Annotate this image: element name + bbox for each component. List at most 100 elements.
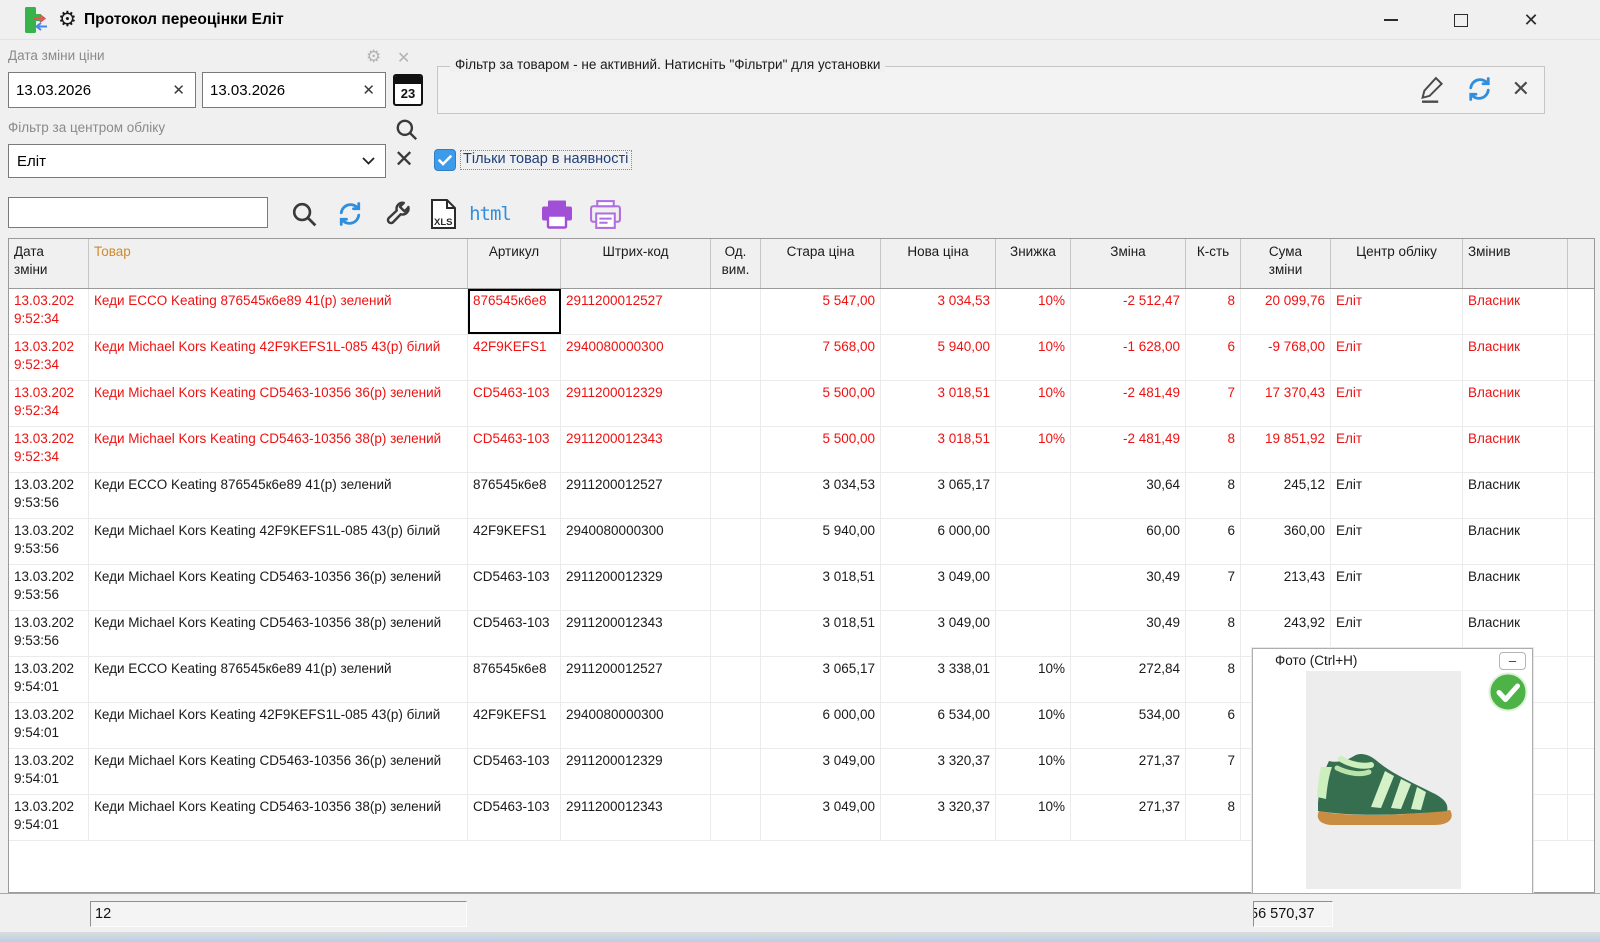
cell-old_price[interactable]: 3 034,53 (761, 473, 881, 518)
cell-new_price[interactable]: 6 000,00 (881, 519, 996, 564)
in-stock-checkbox-label[interactable]: Тільки товар в наявності (460, 150, 632, 170)
cell-qty[interactable]: 7 (1186, 381, 1241, 426)
column-header-change[interactable]: Зміна (1071, 239, 1186, 288)
maximize-button[interactable] (1438, 0, 1484, 40)
calendar-picker-button[interactable]: 23 (393, 74, 423, 106)
quick-search-input[interactable] (8, 197, 268, 228)
cell-new_price[interactable]: 3 018,51 (881, 427, 996, 472)
cell-sum[interactable]: -9 768,00 (1241, 335, 1331, 380)
cell-qty[interactable]: 7 (1186, 749, 1241, 794)
cell-new_price[interactable]: 6 534,00 (881, 703, 996, 748)
cell-new_price[interactable]: 3 338,01 (881, 657, 996, 702)
cell-article[interactable]: 42F9KEFS1 (468, 335, 561, 380)
cell-article[interactable]: CD5463-103 (468, 565, 561, 610)
cell-product[interactable]: Кеди Michael Kors Keating CD5463-10356 3… (89, 381, 468, 426)
cell-date[interactable]: 13.03.2029:52:34 (9, 335, 89, 380)
cell-barcode[interactable]: 2911200012329 (561, 381, 711, 426)
export-html-icon[interactable]: html (468, 198, 512, 230)
date-from-input[interactable]: 13.03.2026 ✕ (8, 72, 196, 108)
table-row[interactable]: 13.03.2029:53:56Кеди Michael Kors Keatin… (9, 565, 1594, 611)
cell-changed_by[interactable]: Власник (1463, 381, 1568, 426)
cell-old_price[interactable]: 5 500,00 (761, 381, 881, 426)
column-header-discount[interactable]: Знижка (996, 239, 1071, 288)
column-header-unit[interactable]: Од. вим. (711, 239, 761, 288)
cell-date[interactable]: 13.03.2029:53:56 (9, 519, 89, 564)
cell-unit[interactable] (711, 335, 761, 380)
cell-date[interactable]: 13.03.2029:53:56 (9, 565, 89, 610)
cell-product[interactable]: Кеди ECCO Keating 876545к6е89 41(р) зеле… (89, 289, 468, 334)
date-to-clear-icon[interactable]: ✕ (352, 81, 385, 99)
cell-date[interactable]: 13.03.2029:52:34 (9, 289, 89, 334)
cell-unit[interactable] (711, 519, 761, 564)
cell-unit[interactable] (711, 749, 761, 794)
cell-discount[interactable] (996, 565, 1071, 610)
cell-change[interactable]: 271,37 (1071, 749, 1186, 794)
cell-changed_by[interactable]: Власник (1463, 473, 1568, 518)
edit-filter-pencil-icon[interactable] (1419, 74, 1447, 104)
cell-date[interactable]: 13.03.2029:54:01 (9, 749, 89, 794)
cell-unit[interactable] (711, 565, 761, 610)
cell-unit[interactable] (711, 473, 761, 518)
cell-unit[interactable] (711, 795, 761, 840)
cell-article[interactable]: 876545к6е8 (468, 473, 561, 518)
cell-date[interactable]: 13.03.2029:54:01 (9, 657, 89, 702)
cell-discount[interactable]: 10% (996, 749, 1071, 794)
cell-discount[interactable]: 10% (996, 335, 1071, 380)
cell-date[interactable]: 13.03.2029:54:01 (9, 703, 89, 748)
cell-change[interactable]: 272,84 (1071, 657, 1186, 702)
cell-unit[interactable] (711, 427, 761, 472)
cell-article[interactable]: 876545к6е8 (468, 289, 561, 334)
cell-product[interactable]: Кеди Michael Kors Keating CD5463-10356 3… (89, 749, 468, 794)
cell-old_price[interactable]: 5 547,00 (761, 289, 881, 334)
cell-unit[interactable] (711, 703, 761, 748)
cell-barcode[interactable]: 2940080000300 (561, 335, 711, 380)
in-stock-checkbox[interactable] (434, 149, 456, 171)
minimize-button[interactable] (1368, 0, 1414, 40)
cell-date[interactable]: 13.03.2029:53:56 (9, 473, 89, 518)
cell-article[interactable]: CD5463-103 (468, 381, 561, 426)
cell-discount[interactable] (996, 519, 1071, 564)
cell-barcode[interactable]: 2911200012527 (561, 657, 711, 702)
cell-article[interactable]: CD5463-103 (468, 611, 561, 656)
date-to-input[interactable]: 13.03.2026 ✕ (202, 72, 386, 108)
center-search-icon[interactable] (394, 117, 420, 143)
cell-discount[interactable] (996, 611, 1071, 656)
cell-new_price[interactable]: 3 049,00 (881, 565, 996, 610)
cell-qty[interactable]: 6 (1186, 335, 1241, 380)
center-select[interactable]: Еліт (8, 144, 386, 178)
cell-barcode[interactable]: 2911200012343 (561, 611, 711, 656)
cell-changed_by[interactable]: Власник (1463, 519, 1568, 564)
cell-sum[interactable]: 20 099,76 (1241, 289, 1331, 334)
cell-qty[interactable]: 8 (1186, 427, 1241, 472)
cell-change[interactable]: -2 512,47 (1071, 289, 1186, 334)
cell-product[interactable]: Кеди Michael Kors Keating CD5463-10356 3… (89, 611, 468, 656)
cell-qty[interactable]: 8 (1186, 289, 1241, 334)
cell-center[interactable]: Еліт (1331, 519, 1463, 564)
column-header-new_price[interactable]: Нова ціна (881, 239, 996, 288)
column-header-old_price[interactable]: Стара ціна (761, 239, 881, 288)
cell-barcode[interactable]: 2911200012343 (561, 795, 711, 840)
cell-new_price[interactable]: 5 940,00 (881, 335, 996, 380)
cell-qty[interactable]: 7 (1186, 565, 1241, 610)
cell-change[interactable]: 30,49 (1071, 565, 1186, 610)
cell-date[interactable]: 13.03.2029:54:01 (9, 795, 89, 840)
cell-barcode[interactable]: 2911200012329 (561, 565, 711, 610)
cell-product[interactable]: Кеди Michael Kors Keating CD5463-10356 3… (89, 565, 468, 610)
cell-product[interactable]: Кеди ECCO Keating 876545к6е89 41(р) зеле… (89, 657, 468, 702)
cell-sum[interactable]: 17 370,43 (1241, 381, 1331, 426)
cell-date[interactable]: 13.03.2029:52:34 (9, 381, 89, 426)
cell-discount[interactable]: 10% (996, 289, 1071, 334)
cell-qty[interactable]: 6 (1186, 519, 1241, 564)
cell-new_price[interactable]: 3 018,51 (881, 381, 996, 426)
cell-product[interactable]: Кеди ECCO Keating 876545к6е89 41(р) зеле… (89, 473, 468, 518)
cell-center[interactable]: Еліт (1331, 381, 1463, 426)
date-filter-gear-icon[interactable]: ⚙ (366, 47, 381, 67)
cell-change[interactable]: -2 481,49 (1071, 427, 1186, 472)
cell-old_price[interactable]: 5 500,00 (761, 427, 881, 472)
column-header-center[interactable]: Центр обліку (1331, 239, 1463, 288)
cell-old_price[interactable]: 3 049,00 (761, 749, 881, 794)
cell-date[interactable]: 13.03.2029:52:34 (9, 427, 89, 472)
cell-change[interactable]: 30,49 (1071, 611, 1186, 656)
cell-product[interactable]: Кеди Michael Kors Keating 42F9KEFS1L-085… (89, 335, 468, 380)
cell-article[interactable]: CD5463-103 (468, 427, 561, 472)
